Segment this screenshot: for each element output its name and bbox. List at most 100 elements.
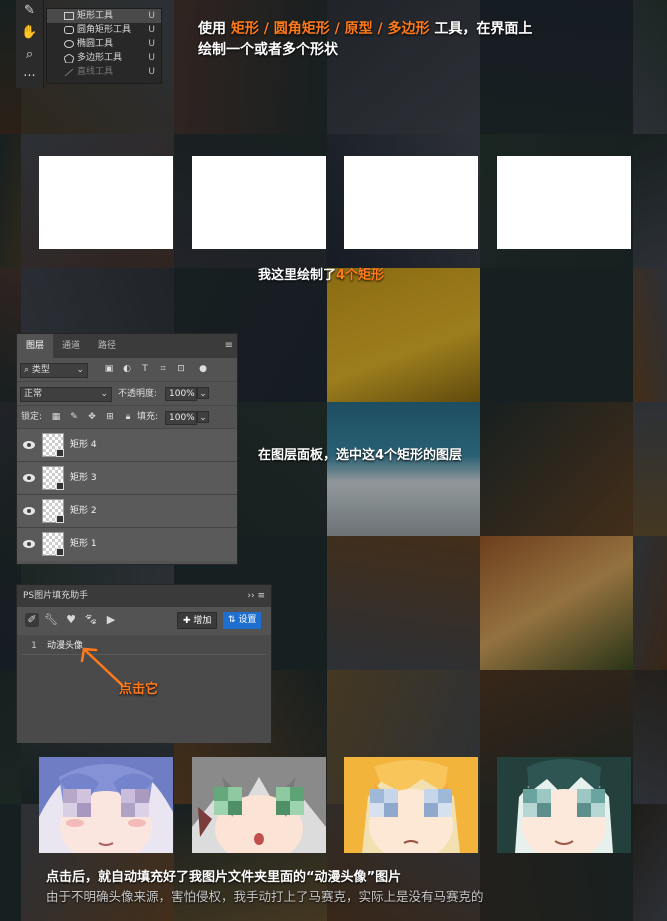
shape-layer-badge-icon <box>56 482 64 490</box>
flyout-item-shortcut: U <box>148 39 155 49</box>
lock-row: 锁定: ▦ ✎ ✥ ⊞ 🔒︎ 填充: 100% ⌄ <box>17 406 237 429</box>
pet-icon[interactable]: 🐾︎ <box>84 613 98 627</box>
step2-highlight: 4个矩形 <box>336 268 385 283</box>
opacity-input[interactable]: 100% <box>165 387 197 401</box>
tab-layers[interactable]: 图层 <box>17 334 53 358</box>
smart-object-filter-icon[interactable]: ⊡ <box>175 363 187 375</box>
ellipse-icon <box>64 40 74 48</box>
background-tile <box>633 268 667 402</box>
wrench-icon[interactable]: 🔧︎ <box>44 613 58 627</box>
flyout-item-line[interactable]: 直线工具 U <box>47 65 161 79</box>
background-tile <box>633 0 667 134</box>
eye-icon[interactable] <box>23 539 35 549</box>
flyout-item-rounded-rectangle[interactable]: 圆角矩形工具 U <box>47 23 161 37</box>
search-icon: ⌕ <box>24 365 32 375</box>
layer-row[interactable]: 矩形 2 <box>17 495 237 528</box>
flyout-item-polygon[interactable]: 多边形工具 U <box>47 51 161 65</box>
layers-panel-tabs: 图层 通道 路径 ≡ <box>17 334 237 358</box>
panel-toolbar: ✐ 🔧︎ ♥ 🐾︎ ▶ ✚ 增加 ⇅ 设置 <box>17 607 271 635</box>
panel-title: PS图片填充助手 <box>23 591 89 601</box>
layer-name: 矩形 2 <box>70 506 97 516</box>
white-rectangle-2 <box>192 156 326 249</box>
layer-thumbnail <box>42 466 64 490</box>
flyout-item-shortcut: U <box>148 25 155 35</box>
collapse-icon: ›› <box>247 591 255 601</box>
lock-paint-icon[interactable]: ✎ <box>68 411 80 423</box>
add-button-label: 增加 <box>193 616 212 626</box>
step1-text: 使用 <box>198 21 231 37</box>
background-tile <box>480 536 633 670</box>
lock-transparent-icon[interactable]: ▦ <box>50 411 62 423</box>
layer-thumbnail <box>42 433 64 457</box>
layer-row[interactable]: 矩形 4 <box>17 429 237 462</box>
heart-icon[interactable]: ♥ <box>64 613 78 627</box>
background-tile <box>327 402 480 536</box>
blend-mode-select[interactable]: 正常 ⌄ <box>20 387 112 402</box>
adjustment-filter-icon[interactable]: ◐ <box>121 363 133 375</box>
eye-icon[interactable] <box>23 473 35 483</box>
white-rectangle-1 <box>39 156 173 249</box>
shape-layer-badge-icon <box>56 449 64 457</box>
blend-mode-value: 正常 <box>24 389 43 399</box>
opacity-dropdown-icon[interactable]: ⌄ <box>197 387 209 399</box>
rounded-rectangle-icon <box>64 26 74 34</box>
eye-icon[interactable] <box>23 506 35 516</box>
image-filter-icon[interactable]: ▣ <box>103 363 115 375</box>
list-item[interactable]: 1 动漫头像 <box>21 637 267 655</box>
filter-toggle-icon[interactable]: ● <box>197 363 209 375</box>
layer-thumbnail <box>42 499 64 523</box>
add-button[interactable]: ✚ 增加 <box>177 612 218 629</box>
type-filter-icon[interactable]: T <box>139 363 151 375</box>
background-tile <box>327 536 480 670</box>
settings-button-label: 设置 <box>238 615 257 625</box>
flyout-item-rectangle[interactable]: 矩形工具 U <box>47 9 161 23</box>
fill-dropdown-icon[interactable]: ⌄ <box>197 411 209 423</box>
shape-layer-badge-icon <box>56 548 64 556</box>
flyout-item-ellipse[interactable]: 椭圆工具 U <box>47 37 161 51</box>
video-icon[interactable]: ▶ <box>104 613 118 627</box>
layer-thumbnail <box>42 532 64 556</box>
tab-paths[interactable]: 路径 <box>89 334 125 358</box>
avatar-image-4 <box>497 757 631 853</box>
eye-icon[interactable] <box>23 440 35 450</box>
fill-input[interactable]: 100% <box>165 411 197 425</box>
arrow-icon <box>80 647 124 687</box>
more-tools-icon[interactable]: ··· <box>16 66 43 88</box>
layer-row[interactable]: 矩形 3 <box>17 462 237 495</box>
tab-channels[interactable]: 通道 <box>53 334 89 358</box>
settings-button[interactable]: ⇅ 设置 <box>223 612 262 629</box>
footer-line2: 由于不明确头像来源，害怕侵权，我手动打上了马赛克，实际上是没有马赛克的 <box>46 889 484 904</box>
background-tile <box>633 670 667 804</box>
chevron-down-icon: ⌄ <box>100 389 108 399</box>
background-tile <box>327 268 480 402</box>
flyout-item-shortcut: U <box>148 53 155 63</box>
flyout-item-shortcut: U <box>148 67 155 77</box>
sort-icon: ⇅ <box>228 615 239 625</box>
lock-move-icon[interactable]: ✥ <box>86 411 98 423</box>
panel-menu-icon[interactable]: ≡ <box>225 340 233 351</box>
plus-icon: ✚ <box>183 616 194 626</box>
avatar-image-1 <box>39 757 173 853</box>
background-tile <box>480 402 633 536</box>
flyout-item-label: 矩形工具 <box>77 11 114 21</box>
chevron-down-icon: ⌄ <box>76 365 84 375</box>
layer-name: 矩形 1 <box>70 539 97 549</box>
hand-tool-icon[interactable]: ✋ <box>16 22 43 44</box>
shape-tool-flyout: 矩形工具 U 圆角矩形工具 U 椭圆工具 U 多边形工具 U 直线工具 U <box>46 8 162 84</box>
layer-filter-select[interactable]: ⌕ 类型 ⌄ <box>20 363 88 378</box>
tools-bar: ✎ ✋ ⌕ ··· <box>16 0 44 88</box>
pen-tool-icon[interactable]: ✎ <box>16 0 43 22</box>
blend-row: 正常 ⌄ 不透明度: 100% ⌄ <box>17 382 237 406</box>
shape-filter-icon[interactable]: ⌗ <box>157 363 169 375</box>
lock-all-icon[interactable]: 🔒︎ <box>122 411 134 423</box>
panel-menu-icon[interactable]: ≡ <box>257 591 265 601</box>
layer-row[interactable]: 矩形 1 <box>17 528 237 561</box>
brush-icon[interactable]: ✐ <box>25 613 39 627</box>
flyout-item-label: 直线工具 <box>77 67 114 77</box>
zoom-tool-icon[interactable]: ⌕ <box>16 44 43 66</box>
lock-artboard-icon[interactable]: ⊞ <box>104 411 116 423</box>
panel-collapse-button[interactable]: ›› ≡ <box>247 585 265 607</box>
layer-filter-row: ⌕ 类型 ⌄ ▣ ◐ T ⌗ ⊡ ● <box>17 358 237 382</box>
polygon-icon <box>63 53 75 64</box>
background-tile <box>633 804 667 921</box>
